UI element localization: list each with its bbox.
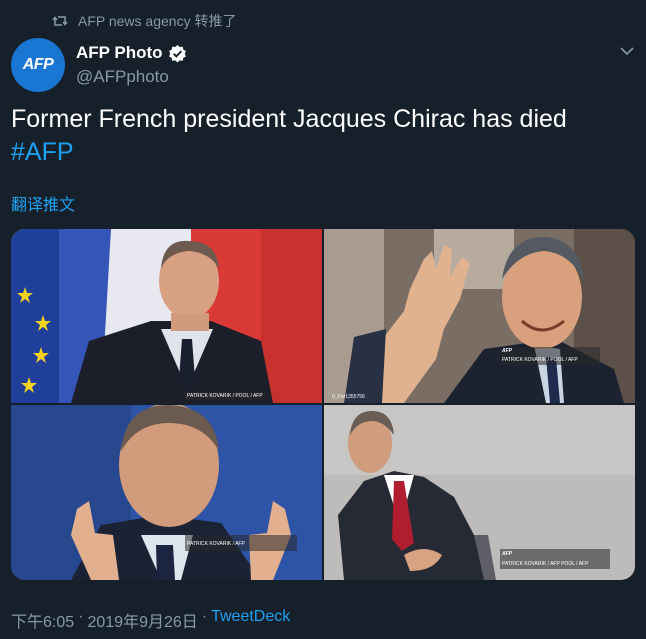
photo-3[interactable]: PATRICK KOVARIK / AFP [11,405,322,580]
tweet-time[interactable]: 下午6:05 [11,608,74,632]
tweet-body: Former French president Jacques Chirac h… [11,105,567,133]
photo-credit: PATRICK KOVARIK / POOL / AFP [502,357,578,363]
avatar[interactable]: AFP [11,38,65,92]
photo-credit-logo: AFP [502,551,512,557]
photo-4[interactable]: AFP PATRICK KOVARIK / AFP POOL / AFP [324,405,635,580]
translate-link[interactable]: 翻译推文 [11,191,75,215]
photo-filename: 0_Par1355756 [332,394,365,400]
tweet-date[interactable]: 2019年9月26日 [87,608,197,632]
photo-1[interactable]: PATRICK KOVARIK / POOL / AFP [11,229,322,403]
retweet-context[interactable]: AFP news agency 转推了 [52,11,236,31]
tweet-card: AFP news agency 转推了 AFP AFP Photo @AFPph… [0,0,646,639]
photo-credit-logo: AFP [502,348,512,354]
tweet-meta: 下午6:05 · 2019年9月26日 · TweetDeck [11,608,290,632]
photo-credit: PATRICK KOVARIK / AFP POOL / AFP [502,561,589,567]
meta-separator: · [78,608,84,625]
verified-icon [168,44,187,63]
display-name[interactable]: AFP Photo [76,43,163,63]
tweet-source-link[interactable]: TweetDeck [211,608,290,632]
hashtag-link[interactable]: #AFP [11,138,74,166]
meta-separator: · [201,608,208,625]
author-block[interactable]: AFP Photo @AFPphoto [76,42,187,87]
avatar-logo: AFP [22,56,54,73]
photo-credit: PATRICK KOVARIK / AFP [187,541,245,547]
tweet-text: Former French president Jacques Chirac h… [11,103,631,169]
handle[interactable]: @AFPphoto [76,67,187,87]
retweet-icon [52,13,68,29]
photo-credit: PATRICK KOVARIK / POOL / AFP [187,393,263,399]
photo-2[interactable]: AFP PATRICK KOVARIK / POOL / AFP 0_Par13… [324,229,635,403]
retweet-label: AFP news agency 转推了 [78,13,237,29]
media-grid: PATRICK KOVARIK / POOL / AFP AFP PATRICK… [11,229,635,580]
chevron-down-icon[interactable] [618,42,636,60]
